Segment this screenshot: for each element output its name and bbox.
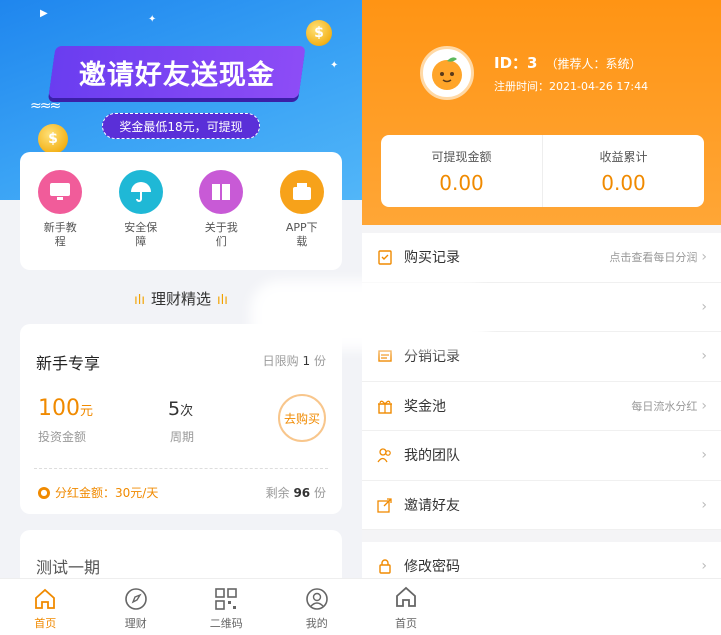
purchase-limit: 日限购 1 份 bbox=[262, 354, 326, 368]
quick-link-label: 安全保障 bbox=[124, 221, 158, 248]
user-id: ID：3 （推荐人：系统） bbox=[494, 54, 642, 72]
avatar[interactable] bbox=[420, 46, 474, 100]
product-title: 新手专享 bbox=[36, 354, 101, 373]
orange-mascot-icon bbox=[432, 57, 462, 90]
box-icon bbox=[279, 170, 324, 214]
quick-link-security[interactable]: 安全保障 bbox=[112, 170, 170, 270]
umbrella-icon bbox=[118, 170, 163, 214]
chevron-right-icon: › bbox=[701, 447, 707, 464]
menu-item-my-team[interactable]: 我的团队 › bbox=[362, 431, 721, 481]
user-icon bbox=[303, 585, 331, 613]
compass-icon bbox=[122, 585, 150, 613]
lock-icon bbox=[376, 557, 394, 575]
chevron-right-icon: › bbox=[701, 496, 707, 513]
wave-decoration: ≈≈≈ bbox=[30, 98, 61, 114]
buy-button[interactable]: 去购买 bbox=[278, 394, 326, 442]
qrcode-icon bbox=[212, 585, 240, 613]
menu-item-purchase-records[interactable]: 购买记录 点击查看每日分润 › bbox=[362, 233, 721, 283]
home-icon bbox=[394, 585, 418, 613]
menu-item-invite-friends[interactable]: 邀请好友 › bbox=[362, 481, 721, 530]
monitor-icon bbox=[38, 170, 83, 214]
tab-label: 首页 bbox=[395, 617, 417, 630]
quick-link-label: 新手教程 bbox=[43, 221, 77, 248]
sparkle-icon: ▶ bbox=[40, 8, 48, 19]
referrer: （推荐人：系统） bbox=[545, 57, 642, 71]
tab-home[interactable]: 首页 bbox=[0, 579, 91, 635]
share-icon bbox=[376, 496, 394, 514]
menu-label: 奖金池 bbox=[404, 398, 446, 415]
menu-label: 购买记录 bbox=[404, 250, 460, 267]
bottom-tab-bar: 首页 bbox=[362, 578, 721, 635]
chevron-right-icon: › bbox=[701, 558, 707, 575]
coin-icon: $ bbox=[38, 124, 68, 154]
quick-link-label: APP下载 bbox=[285, 221, 318, 248]
tab-finance[interactable]: 理财 bbox=[91, 579, 182, 635]
menu-label: 邀请好友 bbox=[404, 497, 460, 514]
gift-icon bbox=[376, 397, 394, 415]
menu-item-bonus-pool[interactable]: 奖金池 每日流水分红 › bbox=[362, 382, 721, 431]
bar-icon: ılı bbox=[217, 293, 228, 308]
investment-amount-label: 投资金额 bbox=[38, 430, 87, 444]
withdrawable-balance[interactable]: 可提现金额 0.00 bbox=[381, 135, 542, 207]
register-time: 注册时间：2021-04-26 17:44 bbox=[494, 80, 649, 93]
period-label: 周期 bbox=[170, 430, 195, 444]
chevron-right-icon: › bbox=[701, 298, 707, 315]
blur-overlay bbox=[250, 280, 490, 350]
banner-subtitle: 奖金最低18元，可提现 bbox=[102, 113, 260, 139]
bonus-amount: ● 分红金额：30元/天 bbox=[38, 484, 158, 501]
banner-title: 邀请好友送现金 bbox=[48, 46, 306, 98]
chevron-right-icon: › bbox=[701, 249, 707, 266]
home-icon bbox=[31, 585, 59, 613]
quick-link-app-download[interactable]: APP下载 bbox=[273, 170, 331, 270]
tab-label: 我的 bbox=[305, 617, 328, 630]
tab-label: 二维码 bbox=[209, 617, 243, 630]
remaining-count: 剩余 96 份 bbox=[265, 486, 326, 500]
clipboard-icon bbox=[376, 248, 394, 266]
quick-link-label: 关于我们 bbox=[204, 221, 238, 248]
coin-icon: $ bbox=[306, 20, 332, 46]
tab-label: 理财 bbox=[124, 617, 147, 630]
tab-qrcode[interactable]: 二维码 bbox=[181, 579, 272, 635]
period-value: 5次 bbox=[168, 398, 194, 420]
profile-header: ID：3 （推荐人：系统） 注册时间：2021-04-26 17:44 可提现金额… bbox=[362, 0, 721, 225]
menu-hint: 每日流水分红 bbox=[631, 399, 698, 413]
coin-icon: ● bbox=[38, 486, 50, 499]
chevron-right-icon: › bbox=[701, 348, 707, 365]
book-icon bbox=[199, 170, 244, 214]
tab-home[interactable]: 首页 bbox=[376, 585, 436, 631]
quick-link-about[interactable]: 关于我们 bbox=[192, 170, 250, 270]
divider bbox=[34, 468, 328, 469]
balance-value: 0.00 bbox=[439, 170, 484, 195]
tab-label: 首页 bbox=[34, 617, 57, 630]
quick-links: 新手教程 安全保障 关于我们 APP下载 bbox=[20, 152, 342, 270]
chevron-right-icon: › bbox=[701, 397, 707, 414]
balance-value: 0.00 bbox=[601, 170, 646, 195]
menu-gap bbox=[362, 530, 721, 542]
balance-card: 可提现金额 0.00 收益累计 0.00 bbox=[381, 135, 704, 207]
sparkle-icon: ✦ bbox=[148, 14, 157, 25]
balance-label: 可提现金额 bbox=[431, 149, 492, 164]
menu-label: 我的团队 bbox=[404, 448, 460, 465]
investment-amount: 100元 bbox=[38, 396, 94, 421]
product-card[interactable]: 新手专享 日限购 1 份 100元 投资金额 5次 周期 去购买 ● 分红金额：3… bbox=[20, 324, 342, 514]
menu-hint: 点击查看每日分润 bbox=[609, 251, 698, 265]
product-title: 测试一期 bbox=[36, 558, 101, 577]
sparkle-icon: ✦ bbox=[330, 60, 339, 71]
bar-icon: ılı bbox=[134, 293, 145, 308]
total-earnings[interactable]: 收益累计 0.00 bbox=[542, 135, 704, 207]
bottom-tab-bar: 首页 理财 二维码 我的 bbox=[0, 578, 362, 635]
team-icon bbox=[376, 446, 394, 464]
menu-label: 修改密码 bbox=[404, 559, 460, 576]
tab-mine[interactable]: 我的 bbox=[272, 579, 363, 635]
balance-label: 收益累计 bbox=[599, 149, 648, 164]
quick-link-tutorial[interactable]: 新手教程 bbox=[31, 170, 89, 270]
